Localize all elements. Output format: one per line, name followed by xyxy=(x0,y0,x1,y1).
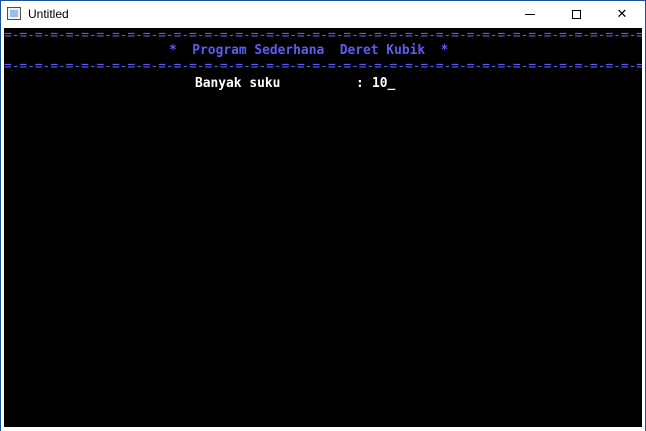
console-window-icon[interactable] xyxy=(7,7,21,20)
minimize-icon xyxy=(525,14,535,15)
separator-bottom: =-=-=-=-=-=-=-=-=-=-=-=-=-=-=-=-=-=-=-=-… xyxy=(4,59,642,74)
maximize-button[interactable] xyxy=(553,1,599,28)
prompt-separator: : xyxy=(356,76,364,91)
close-button[interactable]: ✕ xyxy=(599,1,645,28)
window-left-border xyxy=(1,28,4,430)
console-output[interactable]: =-=-=-=-=-=-=-=-=-=-=-=-=-=-=-=-=-=-=-=-… xyxy=(4,28,642,427)
program-heading: * Program Sederhana Deret Kubik * xyxy=(169,43,449,58)
window-title: Untitled xyxy=(28,7,69,21)
close-icon: ✕ xyxy=(616,7,628,22)
separator-top: =-=-=-=-=-=-=-=-=-=-=-=-=-=-=-=-=-=-=-=-… xyxy=(4,28,642,43)
prompt-label: Banyak suku xyxy=(195,76,281,91)
maximize-icon xyxy=(571,10,581,19)
minimize-button[interactable] xyxy=(507,1,553,28)
window-bottom-border xyxy=(1,427,645,431)
text-cursor: _ xyxy=(387,76,396,91)
title-bar[interactable]: Untitled ✕ xyxy=(1,1,645,28)
console-window: Untitled ✕ =-=-=-=-=-=-=-=-=-=-=-=-=-=-=… xyxy=(0,0,646,431)
input-value[interactable]: 10_ xyxy=(372,76,395,92)
typed-value: 10 xyxy=(372,76,388,91)
